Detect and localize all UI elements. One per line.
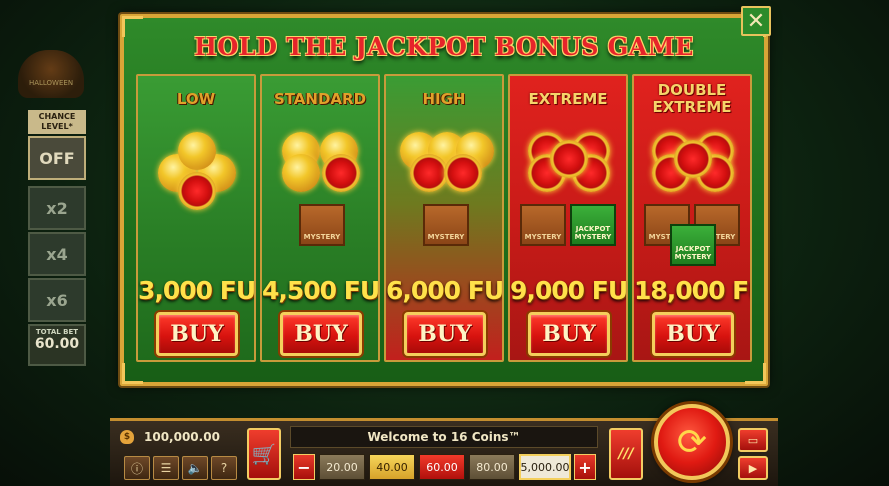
card-name: HIGH (422, 90, 466, 108)
bonus-card-double-extreme: DOUBLE EXTREME MYSTERY MYSTERY JACKPOT M… (632, 74, 752, 362)
modal-title: HOLD THE JACKPOT BONUS GAME (194, 32, 694, 61)
chance-off-button[interactable]: OFF (28, 136, 86, 180)
balance-display: $ 100,000.00 (120, 426, 240, 448)
frame-corner (745, 363, 766, 384)
card-price: 18,000 FUN (634, 276, 750, 305)
total-bet-value: 60.00 (34, 336, 80, 352)
spin-icon[interactable]: ⟳ (654, 404, 730, 480)
card-name-line1: DOUBLE (657, 81, 727, 99)
card-name: STANDARD (273, 90, 367, 108)
chance-x2-button[interactable]: x2 (28, 186, 86, 230)
chance-x4-button[interactable]: x4 (28, 232, 86, 276)
bonus-buy-modal: HOLD THE JACKPOT BONUS GAME LOW 3,000 FU… (120, 14, 768, 386)
turbo-icon[interactable]: /// (609, 428, 643, 480)
help-icon[interactable]: ? (211, 456, 237, 480)
card-name: EXTREME (528, 90, 608, 108)
bet-increase-button[interactable]: + (574, 454, 596, 480)
bonus-card-extreme: EXTREME MYSTERY JACKPOT MYSTERY 9,000 FU… (508, 74, 628, 362)
card-name: LOW (176, 90, 216, 108)
bet-option[interactable]: 5,000.00 (519, 454, 571, 480)
coin-stack-icon (634, 132, 750, 212)
mystery-chest-icon: MYSTERY (299, 204, 345, 246)
buy-bonus-cart-icon[interactable]: 🛒 (247, 428, 281, 480)
bet-option[interactable]: 40.00 (369, 454, 415, 480)
buy-extreme-button[interactable]: BUY (528, 312, 610, 356)
chance-level-label: CHANCE LEVEL* (28, 110, 86, 134)
buy-high-button[interactable]: BUY (404, 312, 486, 356)
bet-option-selected[interactable]: 60.00 (419, 454, 465, 480)
autoplay-icon[interactable]: ▭ (738, 428, 768, 452)
buy-standard-button[interactable]: BUY (280, 312, 362, 356)
jackpot-mystery-chest-icon: JACKPOT MYSTERY (570, 204, 616, 246)
mystery-chest-icon: MYSTERY (423, 204, 469, 246)
coin-stack-icon (510, 132, 626, 212)
money-bag-icon: $ (120, 430, 134, 444)
menu-icon[interactable]: ☰ (153, 456, 179, 480)
card-price: 3,000 FUN (138, 276, 256, 305)
mystery-chest-icon: MYSTERY (520, 204, 566, 246)
coin-stack-icon (262, 132, 378, 212)
total-bet-display: TOTAL BET 60.00 (28, 324, 86, 366)
game-logo: HALLOWEEN (18, 50, 84, 98)
card-price: 6,000 FUN (386, 276, 504, 305)
jackpot-mystery-chest-icon: JACKPOT MYSTERY (670, 224, 716, 266)
coin-stack-icon (138, 132, 254, 212)
buy-low-button[interactable]: BUY (156, 312, 238, 356)
total-bet-label: TOTAL BET (35, 328, 79, 336)
bet-decrease-button[interactable]: − (293, 454, 315, 480)
card-price: 4,500 FUN (262, 276, 380, 305)
play-icon[interactable]: ▶ (738, 456, 768, 480)
message-bar: Welcome to 16 Coins™ (290, 426, 598, 448)
bonus-card-high: HIGH MYSTERY 6,000 FUN BUY (384, 74, 504, 362)
card-name-line2: EXTREME (652, 98, 732, 116)
frame-corner (122, 363, 143, 384)
bet-option[interactable]: 80.00 (469, 454, 515, 480)
card-name: DOUBLE EXTREME (634, 82, 750, 116)
coin-stack-icon (386, 132, 502, 212)
info-icon[interactable]: ⓘ (124, 456, 150, 480)
bonus-card-low: LOW 3,000 FUN BUY (136, 74, 256, 362)
card-price: 9,000 FUN (510, 276, 628, 305)
balance-value: 100,000.00 (144, 430, 220, 444)
chance-x6-button[interactable]: x6 (28, 278, 86, 322)
buy-double-extreme-button[interactable]: BUY (652, 312, 734, 356)
sound-icon[interactable]: 🔈 (182, 456, 208, 480)
close-icon[interactable]: ✕ (741, 6, 771, 36)
bonus-card-standard: STANDARD MYSTERY 4,500 FUN BUY (260, 74, 380, 362)
bet-option[interactable]: 20.00 (319, 454, 365, 480)
